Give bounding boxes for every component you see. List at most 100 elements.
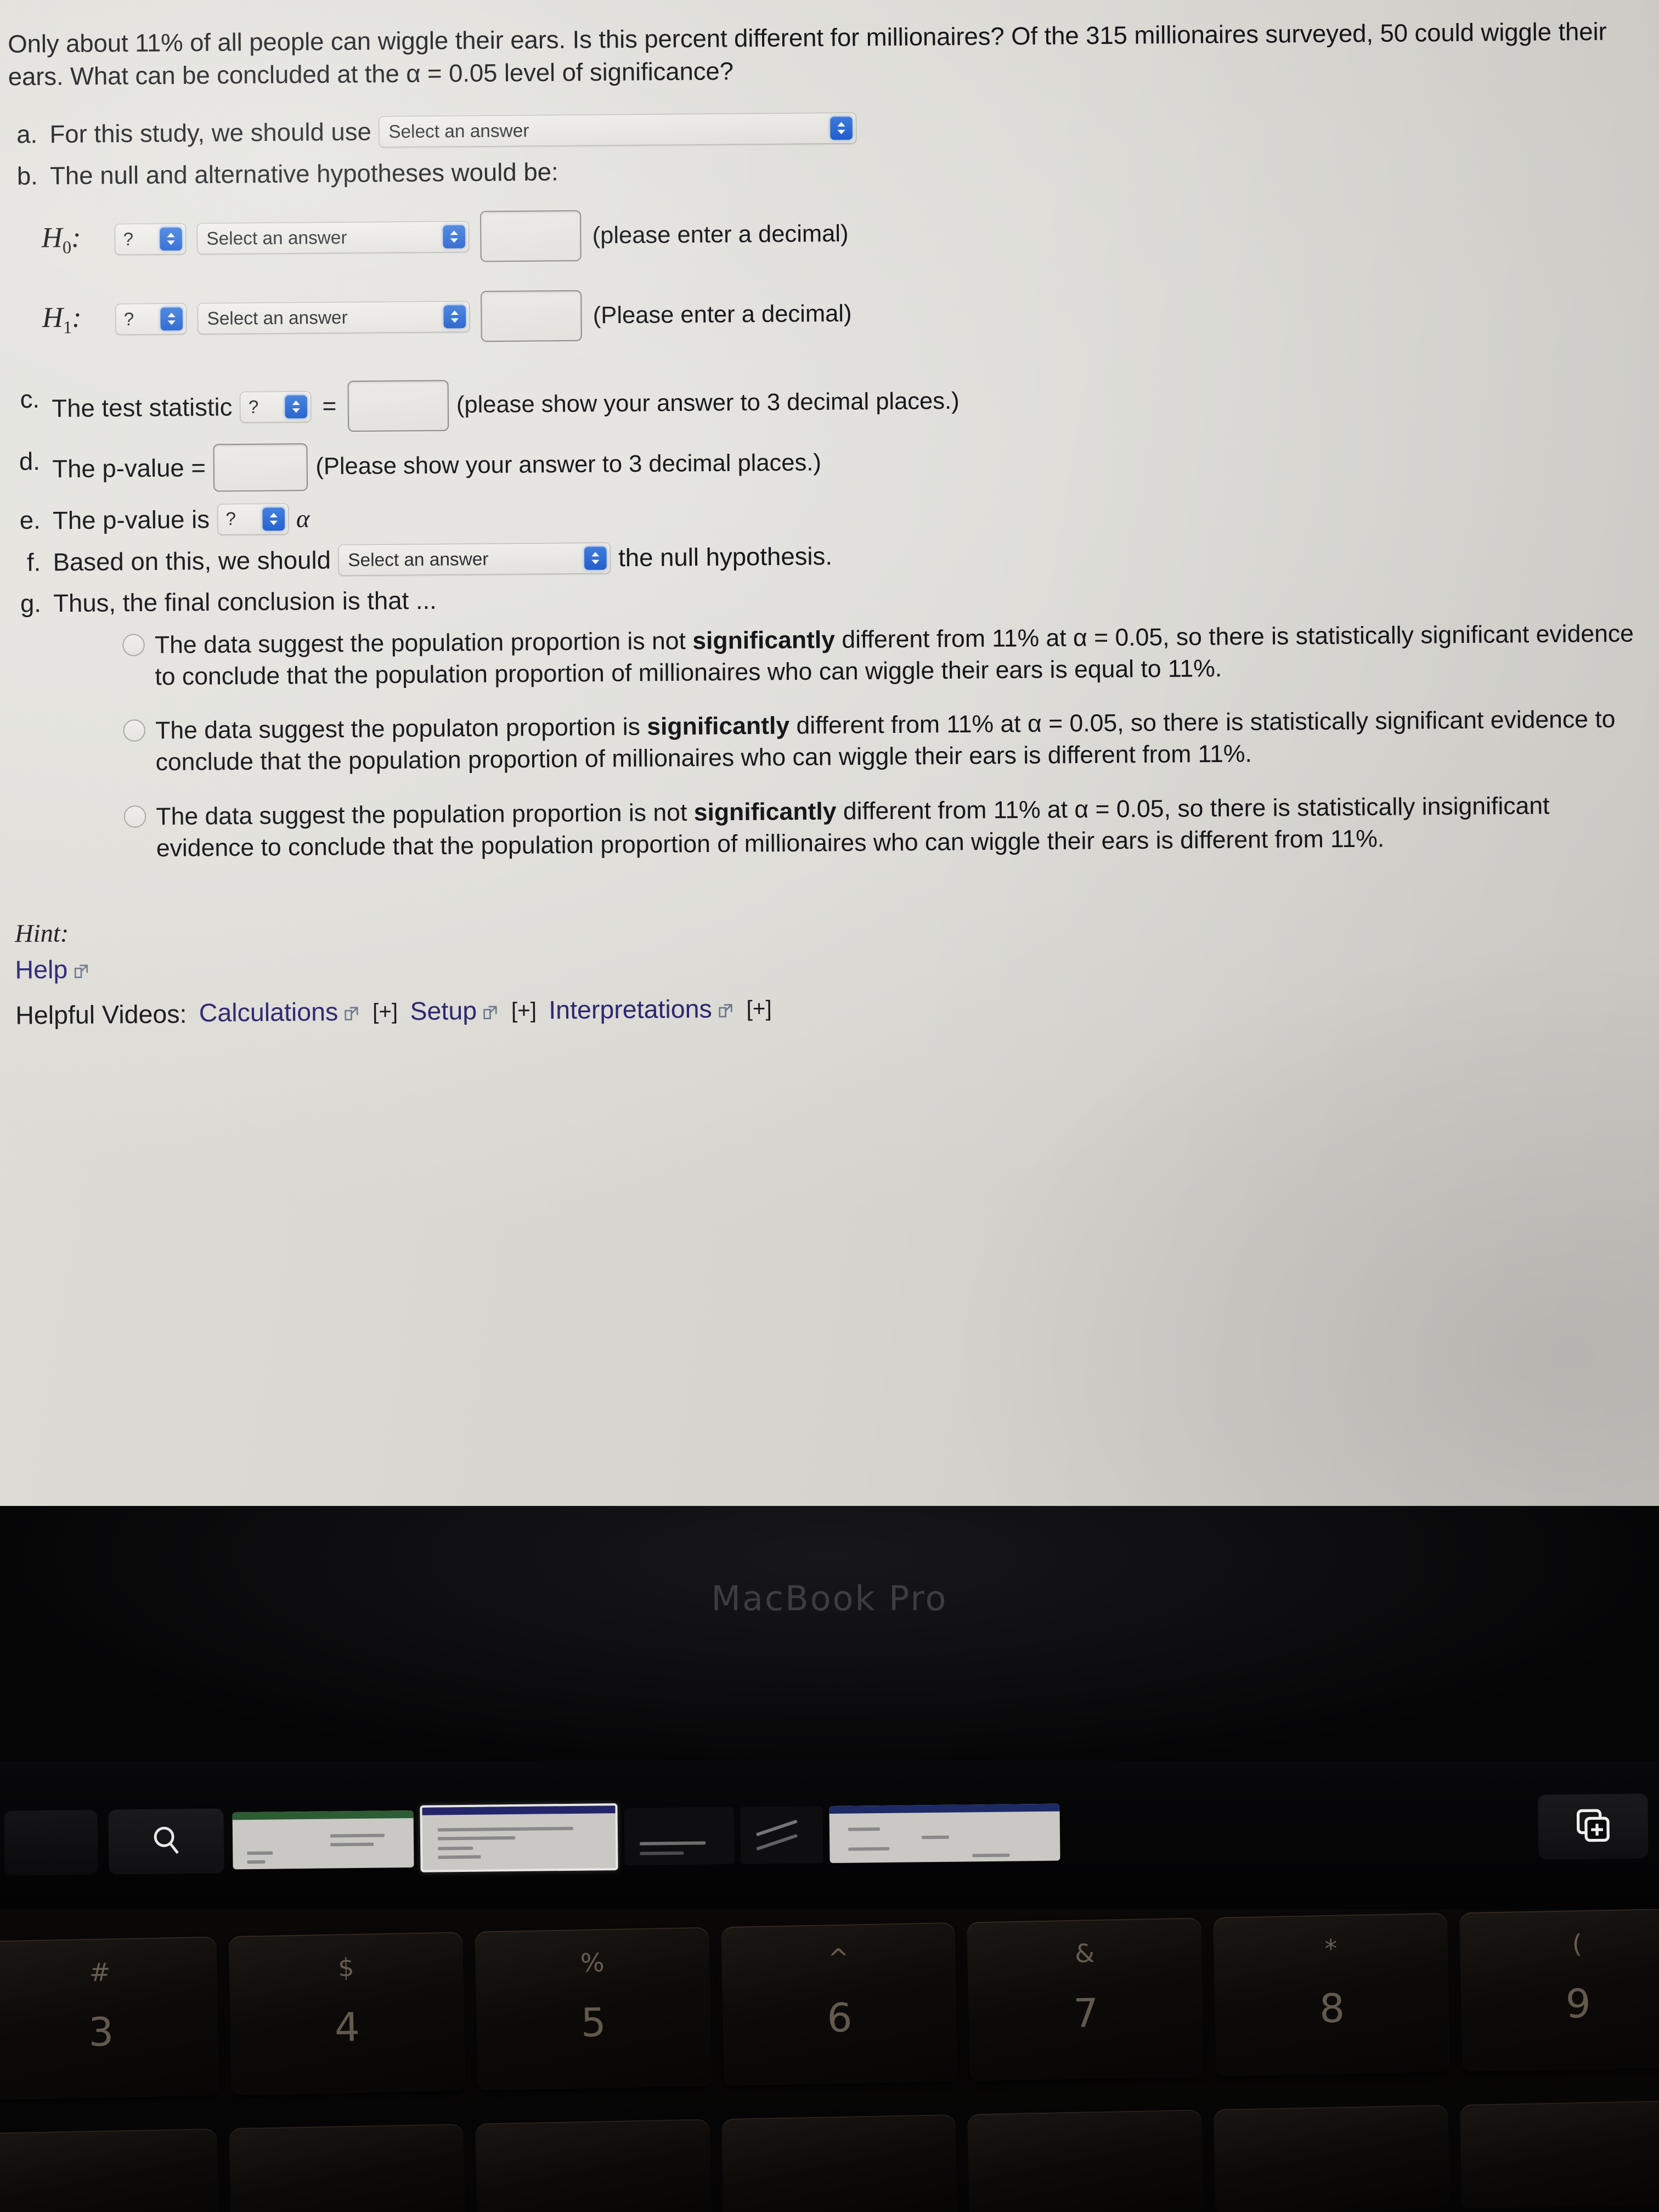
conclusion-choices: The data suggest the population proporti…	[122, 618, 1649, 865]
steps-list: a. For this study, we should use Select …	[8, 105, 1646, 620]
chevron-updown-icon[interactable]	[443, 304, 466, 329]
key-blank[interactable]	[475, 2119, 712, 2212]
step-a: a. For this study, we should use Select …	[8, 105, 1643, 151]
conclusion-option-2[interactable]: The data suggest the populaton proportio…	[123, 703, 1645, 779]
key-4[interactable]: $ 4	[228, 1932, 466, 2096]
touch-bar-tab-thumbnail[interactable]	[624, 1807, 735, 1865]
h1-operator-select-value: Select an answer	[207, 307, 348, 329]
touch-bar-tab-thumbnail[interactable]	[232, 1810, 414, 1870]
touch-bar	[0, 1761, 1659, 1909]
key-8[interactable]: * 8	[1213, 1912, 1451, 2076]
key-4-number: 4	[334, 2004, 360, 2051]
chevron-updown-icon[interactable]	[160, 227, 182, 251]
step-g-label: Thus, the final conclusion is that ...	[53, 586, 437, 618]
key-4-symbol: $	[337, 1952, 354, 1983]
touch-bar-tab-thumbnail[interactable]	[829, 1803, 1060, 1863]
step-c: c. The test statistic ? = (please show y…	[10, 369, 1645, 435]
chevron-updown-icon[interactable]	[443, 224, 466, 249]
expand-calculations-toggle[interactable]: [+]	[373, 1000, 398, 1025]
test-statistic-input[interactable]	[347, 380, 449, 432]
footer-help-section: Hint: Help Helpful Videos: Calculations …	[15, 906, 1650, 1031]
key-6-number: 6	[826, 1994, 853, 2041]
key-3[interactable]: # 3	[0, 1936, 219, 2100]
helpful-videos-label: Helpful Videos:	[15, 999, 187, 1030]
alt-hypothesis-row: H1: ? Select an answer (Please enter a d…	[42, 267, 1645, 360]
radio-button[interactable]	[123, 719, 146, 742]
external-link-icon	[481, 997, 499, 1028]
external-link-icon	[716, 996, 735, 1026]
p-value-comparison-select[interactable]: ?	[217, 503, 289, 535]
chevron-updown-icon[interactable]	[262, 507, 285, 531]
video-link-calculations[interactable]: Calculations	[199, 996, 361, 1030]
radio-button[interactable]	[123, 805, 146, 828]
chevron-updown-icon[interactable]	[160, 307, 183, 331]
step-g-letter: g.	[20, 589, 42, 618]
decision-select-value: Select an answer	[348, 548, 489, 570]
chevron-updown-icon[interactable]	[285, 394, 308, 419]
key-5-symbol: %	[580, 1948, 605, 1978]
touch-bar-search-button[interactable]	[108, 1808, 224, 1875]
conclusion-option-1[interactable]: The data suggest the population proporti…	[122, 618, 1644, 693]
h1-operator-select[interactable]: Select an answer	[198, 301, 470, 335]
laptop-screen: Only about 11% of all people can wiggle …	[0, 0, 1659, 1523]
step-c-letter: c.	[20, 385, 40, 414]
key-blank[interactable]	[967, 2109, 1204, 2212]
key-7[interactable]: & 7	[967, 1917, 1204, 2081]
key-5[interactable]: % 5	[475, 1927, 712, 2091]
keyboard: # 3 $ 4 % 5 ^ 6 & 7 * 8 (9	[0, 1909, 1659, 2212]
decision-select[interactable]: Select an answer	[338, 542, 611, 576]
assignment-page: Only about 11% of all people can wiggle …	[0, 0, 1659, 1031]
touch-bar-active-tab-thumbnail[interactable]	[420, 1803, 618, 1872]
macbook-pro-label: MacBook Pro	[711, 1578, 948, 1618]
key-blank[interactable]	[1460, 2100, 1659, 2209]
conclusion-option-3[interactable]: The data suggest the population proporti…	[123, 789, 1646, 865]
step-f-letter: f.	[26, 548, 41, 577]
helpful-videos-row: Helpful Videos: Calculations [+] Setup […	[15, 986, 1650, 1031]
step-d: d. The p-value = (Please show your answe…	[11, 432, 1646, 493]
step-a-label: For this study, we should use	[49, 117, 372, 149]
step-c-label: The test statistic	[52, 392, 233, 422]
key-blank[interactable]	[721, 2114, 958, 2212]
touch-bar-esc-key[interactable]	[4, 1809, 98, 1876]
step-d-label: The p-value =	[52, 453, 206, 483]
video-link-interpretations[interactable]: Interpretations	[549, 994, 735, 1027]
step-b-letter: b.	[16, 161, 38, 190]
key-blank[interactable]	[0, 2128, 219, 2212]
h0-param-select-value: ?	[123, 228, 134, 250]
p-value-input[interactable]	[213, 443, 308, 492]
key-7-symbol: &	[1074, 1938, 1095, 1968]
search-icon	[149, 1823, 184, 1860]
step-g: g. Thus, the final conclusion is that ..…	[12, 574, 1647, 620]
help-link[interactable]: Help	[15, 955, 90, 984]
alpha-symbol: α	[296, 504, 310, 533]
h1-value-input[interactable]	[481, 290, 582, 342]
hint-label: Hint:	[14, 918, 69, 947]
radio-button[interactable]	[122, 634, 145, 656]
study-type-select[interactable]: Select an answer	[379, 112, 857, 148]
touch-bar-new-tab-button[interactable]	[1538, 1793, 1649, 1860]
expand-interpretations-toggle[interactable]: [+]	[746, 997, 771, 1022]
step-b-label: The null and alternative hypotheses woul…	[49, 157, 558, 190]
video-link-setup[interactable]: Setup	[410, 995, 499, 1028]
chevron-updown-icon[interactable]	[830, 116, 853, 140]
key-7-number: 7	[1073, 1989, 1099, 2036]
chevron-updown-icon[interactable]	[584, 546, 607, 570]
key-6-symbol: ^	[827, 1943, 850, 1973]
h1-param-select[interactable]: ?	[115, 303, 187, 335]
h0-value-input[interactable]	[479, 210, 582, 262]
key-6[interactable]: ^ 6	[720, 1922, 958, 2086]
key-9[interactable]: ( 9	[1459, 1909, 1659, 2072]
key-blank[interactable]	[229, 2124, 465, 2212]
problem-statement: Only about 11% of all people can wiggle …	[8, 17, 1607, 91]
touch-bar-tab-thumbnail[interactable]	[740, 1806, 823, 1864]
h0-param-select[interactable]: ?	[115, 223, 187, 255]
step-f-suffix: the null hypothesis.	[618, 541, 833, 572]
h0-hint: (please enter a decimal)	[592, 219, 849, 249]
key-blank[interactable]	[1214, 2104, 1450, 2212]
step-c-hint: (please show your answer to 3 decimal pl…	[456, 387, 960, 419]
test-statistic-select[interactable]: ?	[240, 391, 312, 423]
step-f: f. Based on this, we should Select an an…	[12, 533, 1646, 579]
h0-operator-select[interactable]: Select an answer	[196, 221, 470, 255]
expand-setup-toggle[interactable]: [+]	[511, 998, 537, 1024]
keyboard-letter-row	[0, 2100, 1659, 2212]
